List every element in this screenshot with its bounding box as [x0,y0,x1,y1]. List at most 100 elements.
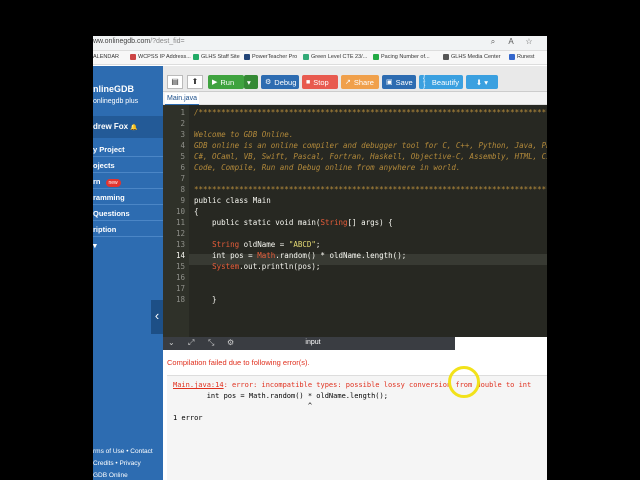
cursor-highlight [448,366,480,398]
sidebar-item-projects[interactable]: ojects [93,157,163,173]
code-editor[interactable]: 1 2 3 4 5 6 7 8 9 10 11 12 13 14 15 16 17 18 /***********… [163,105,547,337]
line-number: 16 [175,273,185,282]
line-number: 1 [180,108,185,117]
gear-icon[interactable]: ⚙ [227,338,234,347]
code-line: } [194,295,217,304]
sidebar-footer: rms of Use • Contact Credits • Privacy G… [93,446,153,480]
sidebar-item-learn[interactable]: rn new [93,173,163,189]
line-number: 7 [180,174,185,183]
user-name[interactable]: drew Fox 🔔 [93,116,163,138]
code-line: { [194,207,199,216]
collapse-sidebar-button[interactable]: ‹ [151,300,163,334]
brand-subtitle: onlinegdb plus [93,98,139,105]
sidebar-item-more[interactable]: ▾ [93,237,163,253]
stop-icon: ■ [306,78,311,86]
footer-copyright: GDB Online [93,472,128,479]
sidebar-item-subscription[interactable]: ription [93,221,163,237]
line-number: 10 [175,207,185,216]
line-number: 2 [180,119,185,128]
code-line: Code, Compile, Run and Debug online from… [194,163,461,172]
sidebar-item-my-project[interactable]: y Project [93,141,163,157]
expand-icon[interactable]: ⤢ [188,338,194,348]
error-output: Main.java:14: error: incompatible types:… [167,375,547,480]
brand-logo[interactable]: nlineGDB [93,84,134,94]
bookmark-wcpss[interactable]: WCPSS IP Address... [130,54,191,60]
compile-fail-message: Compilation failed due to following erro… [167,358,310,367]
bookmark-pacing[interactable]: Pacing Number of... [373,54,430,60]
run-options-button[interactable]: ▾ [244,75,258,89]
share-icon: ↗ [345,79,351,86]
code-line: /***************************************… [194,108,547,117]
code-line: C#, OCaml, VB, Swift, Pascal, Fortran, H… [194,152,547,161]
braces-icon: { } [423,75,426,89]
bookmark-media-center[interactable]: GLHS Media Center [443,54,501,60]
io-panel-header: ⌄ ⤢ ⤡ ⚙ input [163,337,547,350]
code-line: System.out.println(pos); [212,262,321,271]
footer-links-terms[interactable]: rms of Use • Contact [93,446,153,458]
code-line: public static void main(String[] args) { [194,218,393,227]
debug-button[interactable]: ⚙ Debug [261,75,299,89]
stop-button[interactable]: ■ Stop [302,75,338,89]
zoom-icon[interactable]: ⌕ [487,37,499,47]
tab-input[interactable]: input [283,339,343,346]
tab-main-java[interactable]: Main.java [165,93,199,105]
code-line: public class Main [194,196,271,205]
compress-icon[interactable]: ⤡ [208,338,214,348]
bookmark-calendar[interactable]: ALENDAR [93,54,119,60]
bookmarks-bar: ALENDAR WCPSS IP Address... GLHS Staff S… [93,51,547,65]
bug-icon: ⚙ [265,79,272,86]
error-code-line: int pos = Math.random() * oldName.length… [173,392,388,400]
url-text[interactable]: ww.onlinegdb.com/?dest_fid= [93,38,185,45]
line-gutter: 1 2 3 4 5 6 7 8 9 10 11 12 13 14 15 16 17 18 [163,105,189,337]
download-button[interactable]: ⬇ ▾ [466,75,498,89]
sidebar-item-questions[interactable]: Questions [93,205,163,221]
bookmark-powerteacher[interactable]: PowerTeacher Pro [244,54,297,60]
code-line: GDB online is an online compiler and deb… [194,141,547,150]
input-field[interactable] [455,337,547,350]
line-number: 17 [175,284,185,293]
line-number: 4 [180,141,185,150]
play-icon: ▶ [212,79,218,86]
run-button[interactable]: ▶ Run [208,75,244,89]
new-file-icon[interactable]: ▤ [167,75,183,89]
code-line: ****************************************… [194,185,547,194]
sidebar-item-programming[interactable]: ramming [93,189,163,205]
error-file-link[interactable]: Main.java:14 [173,381,224,389]
save-button[interactable]: ▣ Save [382,75,416,89]
code-line: Welcome to GDB Online. [194,130,294,139]
star-icon[interactable]: ☆ [523,37,535,46]
screen: ww.onlinegdb.com/?dest_fid= ⌕ A ☆ ALENDA… [93,36,547,480]
code-line: int pos = Math.random() * oldName.length… [194,251,407,260]
toolbar: ▤ ⬆ ▶ Run ▾ ⚙ Debug ■ Stop ↗ Share ▣ Save { }… [163,66,547,92]
line-number: 5 [180,152,185,161]
line-number: 14 [175,251,185,260]
share-button[interactable]: ↗ Share [341,75,379,89]
address-bar[interactable]: ww.onlinegdb.com/?dest_fid= ⌕ A ☆ [93,36,547,51]
upload-icon[interactable]: ⬆ [187,75,203,89]
line-number: 15 [175,262,185,271]
beautify-button[interactable]: { } Beautify [419,75,463,89]
sidebar: nlineGDB onlinegdb plus drew Fox 🔔 y Pro… [93,66,163,480]
file-tabs: Main.java [163,92,547,105]
chevron-down-icon[interactable]: ⌄ [168,338,175,347]
read-aloud-icon[interactable]: A [505,37,517,46]
save-icon: ▣ [386,79,393,86]
code-line: String oldName = "ABCD"; [212,240,321,249]
line-number: 13 [175,240,185,249]
footer-links-credits[interactable]: Credits • Privacy [93,458,153,470]
error-caret: ^ [173,402,313,410]
output-panel: Compilation failed due to following erro… [163,350,547,480]
bookmark-glhs-staff[interactable]: GLHS Staff Site [193,54,240,60]
main-area: ▤ ⬆ ▶ Run ▾ ⚙ Debug ■ Stop ↗ Share ▣ Save { }… [163,66,547,480]
bookmark-runest[interactable]: Runest [509,54,534,60]
line-number: 8 [180,185,185,194]
line-number: 11 [175,218,185,227]
line-number: 18 [175,295,185,304]
line-number: 3 [180,130,185,139]
line-number: 12 [175,229,185,238]
error-count: 1 error [173,414,203,422]
bell-icon[interactable]: 🔔 [130,125,137,131]
download-icon: ⬇ [475,77,483,87]
bookmark-green-level[interactable]: Green Level CTE 23/... [303,54,367,60]
line-number: 9 [180,196,185,205]
